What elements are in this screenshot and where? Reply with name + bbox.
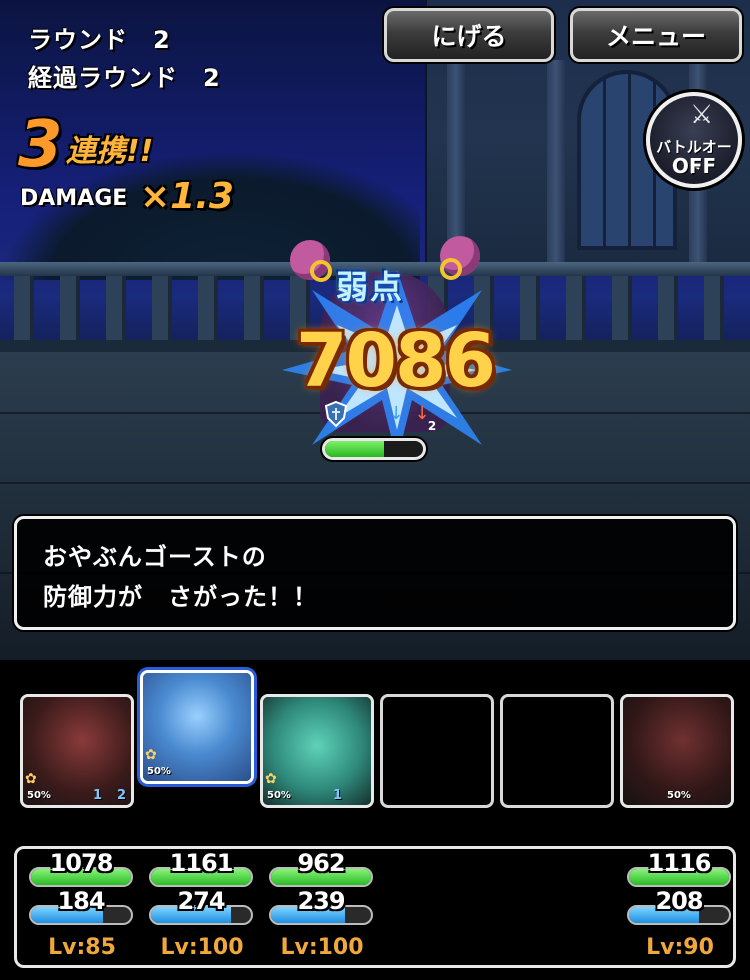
party-member-card-1[interactable]: ✿ 50% 1 2 [20, 694, 134, 808]
party-slot-empty-4 [380, 694, 494, 808]
message-line-1: おやぶんゴーストの [43, 543, 267, 571]
round-counter: ラウンド 2 [28, 26, 171, 54]
castle-pillar [547, 60, 565, 270]
tension-badge: 50% [147, 766, 171, 777]
auto-battle-button[interactable]: ⚔ バトルオート OFF [646, 92, 742, 188]
mp-value: 208 [655, 887, 703, 915]
weakness-label: 弱点 [336, 268, 405, 306]
paw-icon: ✿ [145, 747, 157, 763]
buff-up-icon: 1 [93, 788, 103, 803]
party-status-panel: 1078 184 Lv:85 1161 274 Lv:100 962 239 L… [14, 846, 736, 968]
hp-value: 1078 [49, 849, 114, 877]
auto-battle-state: OFF [671, 154, 717, 178]
message-line-2: 防御力が さがった！！ [43, 583, 318, 611]
damage-multiplier-label: DAMAGE [20, 186, 128, 211]
enemy-hp-bar [322, 438, 426, 460]
tension-badge: 50% [27, 790, 51, 801]
tension-badge: 50% [267, 790, 291, 801]
paw-icon: ✿ [265, 771, 277, 787]
party-status-3[interactable]: 962 239 Lv:100 [269, 849, 375, 971]
party-slot-empty-5 [500, 694, 614, 808]
level-label: Lv:100 [280, 935, 364, 960]
escape-button[interactable]: にげる [384, 8, 554, 62]
defense-shield-icon [324, 400, 348, 428]
down-arrow-icon: ↓ [388, 403, 404, 424]
party-member-card-2[interactable]: ✿ 50% [140, 670, 254, 784]
hp-value: 1161 [169, 849, 234, 877]
mp-value: 274 [177, 887, 225, 915]
mp-value: 239 [297, 887, 345, 915]
tension-badge: 50% [667, 790, 691, 801]
hp-value: 962 [297, 849, 345, 877]
party-status-6[interactable]: 1116 208 Lv:90 [627, 849, 733, 971]
floor-seam [0, 482, 750, 484]
paw-icon: ✿ [25, 771, 37, 787]
mp-value: 184 [57, 887, 105, 915]
level-label: Lv:100 [160, 935, 244, 960]
party-member-portrait [143, 673, 251, 781]
elapsed-round-counter: 経過ラウンド 2 [28, 64, 221, 92]
party-member-portrait [263, 697, 371, 805]
party-member-portrait [623, 697, 731, 805]
party-member-card-3[interactable]: ✿ 50% 1 [260, 694, 374, 808]
damage-number: 7086 [296, 318, 496, 404]
menu-button[interactable]: メニュー [570, 8, 742, 62]
combo-label: 連携!! [66, 134, 154, 169]
party-status-1[interactable]: 1078 184 Lv:85 [29, 849, 135, 971]
level-label: Lv:90 [646, 935, 714, 960]
sword-icon: ⚔ [690, 100, 714, 130]
level-label: Lv:85 [48, 935, 116, 960]
party-member-portrait [23, 697, 131, 805]
enemy-hp-fill [325, 441, 384, 457]
buff-up-icon: 2 [117, 788, 127, 803]
damage-multiplier-value: ×1.3 [140, 176, 234, 217]
battle-message-box[interactable]: おやぶんゴーストの 防御力が さがった！！ [14, 516, 736, 630]
buff-up-icon: 1 [333, 788, 343, 803]
debuff-stack-count: 2 [427, 419, 437, 433]
party-status-2[interactable]: 1161 274 Lv:100 [149, 849, 255, 971]
hp-value: 1116 [647, 849, 712, 877]
shield-icon [324, 400, 348, 428]
combo-count: 3 [18, 108, 63, 182]
party-member-card-6[interactable]: 50% [620, 694, 734, 808]
